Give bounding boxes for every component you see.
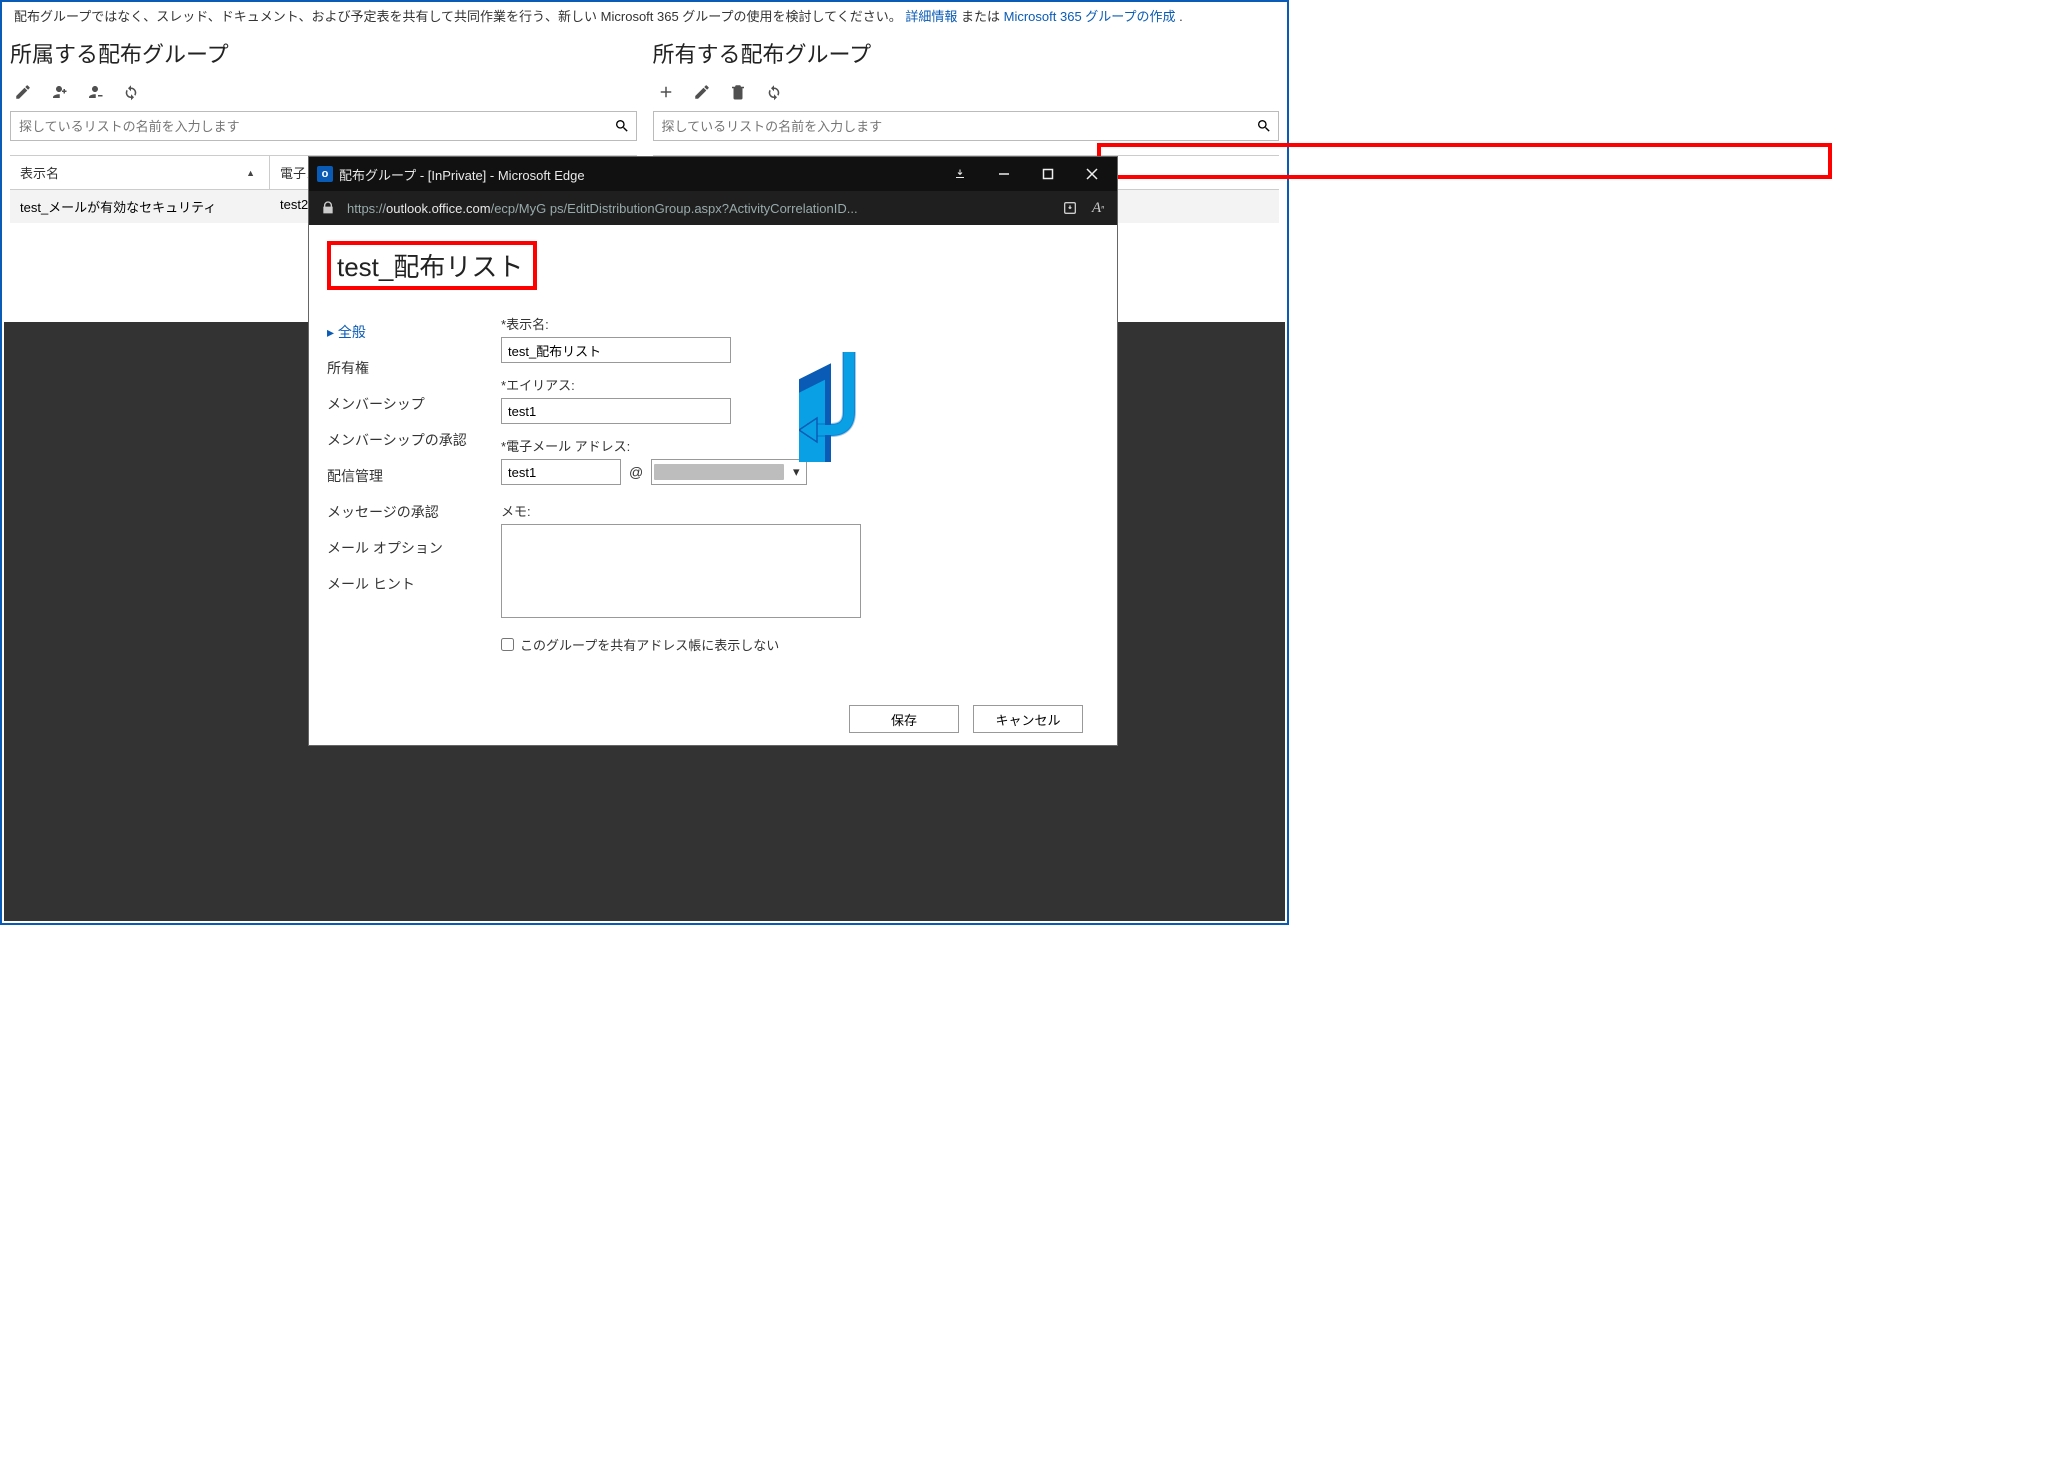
site-info-icon[interactable] — [319, 199, 337, 217]
maximize-button[interactable] — [1029, 160, 1067, 188]
search-input[interactable] — [654, 119, 1251, 134]
edit-icon[interactable] — [693, 83, 711, 101]
info-bar: 配布グループではなく、スレッド、ドキュメント、および予定表を共有して共同作業を行… — [2, 2, 1287, 29]
info-text: 配布グループではなく、スレッド、ドキュメント、および予定表を共有して共同作業を行… — [14, 9, 902, 24]
search-box-right — [653, 111, 1280, 141]
app-available-icon[interactable] — [1061, 199, 1079, 217]
download-indicator-icon[interactable] — [941, 160, 979, 188]
section-title-owned: 所有する配布グループ — [653, 29, 1280, 77]
leave-group-icon[interactable] — [86, 83, 104, 101]
info-mid: または — [961, 9, 1004, 24]
edit-group-window: o 配布グループ - [InPrivate] - Microsoft Edge … — [309, 157, 1117, 745]
nav-membership-approval[interactable]: メンバーシップの承認 — [327, 422, 477, 458]
form-area: 表示名: エイリアス: 電子メール アドレス: @ ▾ メモ: — [501, 308, 1099, 695]
cancel-button[interactable]: キャンセル — [973, 705, 1083, 733]
at-symbol: @ — [629, 464, 643, 480]
checkbox-hide-from-gal[interactable] — [501, 638, 514, 651]
toolbar-right — [653, 77, 1280, 111]
popup-body: test_配布リスト 全般 所有権 メンバーシップ メンバーシップの承認 配信管… — [309, 225, 1117, 745]
input-email-local[interactable] — [501, 459, 621, 485]
info-link-create[interactable]: Microsoft 365 グループの作成 — [1004, 9, 1176, 24]
nav-delivery[interactable]: 配信管理 — [327, 458, 477, 494]
section-title-member: 所属する配布グループ — [10, 29, 637, 77]
search-input[interactable] — [11, 119, 608, 134]
input-display-name[interactable] — [501, 337, 731, 363]
redacted-domain — [654, 464, 784, 480]
label-memo: メモ: — [501, 501, 1075, 520]
label-email: 電子メール アドレス: — [501, 436, 1075, 455]
outlook-icon: o — [317, 166, 333, 182]
nav-ownership[interactable]: 所有権 — [327, 350, 477, 386]
nav-mail-options[interactable]: メール オプション — [327, 530, 477, 566]
delete-icon[interactable] — [729, 83, 747, 101]
popup-footer: 保存 キャンセル — [327, 695, 1099, 745]
info-link-details[interactable]: 詳細情報 — [905, 9, 957, 24]
window-title: 配布グループ - [InPrivate] - Microsoft Edge — [339, 165, 585, 184]
chevron-down-icon: ▾ — [788, 464, 804, 480]
nav-membership[interactable]: メンバーシップ — [327, 386, 477, 422]
save-button[interactable]: 保存 — [849, 705, 959, 733]
annotation-highlight-title: test_配布リスト — [327, 241, 537, 290]
address-bar: https://outlook.office.com/ecp/MyG ps/Ed… — [309, 191, 1117, 225]
col-display-name[interactable]: 表示名 ▲ — [10, 156, 270, 189]
search-icon[interactable] — [1250, 118, 1278, 134]
select-email-domain[interactable]: ▾ — [651, 459, 807, 485]
edit-icon[interactable] — [14, 83, 32, 101]
window-title-bar: o 配布グループ - [InPrivate] - Microsoft Edge — [309, 157, 1117, 191]
close-button[interactable] — [1073, 160, 1111, 188]
toolbar-left — [10, 77, 637, 111]
group-title: test_配布リスト — [337, 252, 523, 282]
input-alias[interactable] — [501, 398, 731, 424]
join-group-icon[interactable] — [50, 83, 68, 101]
sort-asc-icon: ▲ — [246, 168, 255, 178]
label-alias: エイリアス: — [501, 375, 1075, 394]
search-icon[interactable] — [608, 118, 636, 134]
nav-message-approval[interactable]: メッセージの承認 — [327, 494, 477, 530]
refresh-icon[interactable] — [122, 83, 140, 101]
settings-nav: 全般 所有権 メンバーシップ メンバーシップの承認 配信管理 メッセージの承認 … — [327, 308, 477, 695]
textarea-memo[interactable] — [501, 524, 861, 618]
reading-mode-icon[interactable]: Aⁿ — [1089, 199, 1107, 217]
refresh-icon[interactable] — [765, 83, 783, 101]
cell-name: test_メールが有効なセキュリティ — [20, 197, 280, 216]
label-display-name: 表示名: — [501, 314, 1075, 333]
url-text[interactable]: https://outlook.office.com/ecp/MyG ps/Ed… — [347, 201, 1051, 216]
search-box-left — [10, 111, 637, 141]
nav-mail-tip[interactable]: メール ヒント — [327, 566, 477, 602]
info-suffix: . — [1179, 9, 1183, 24]
label-hide-from-gal: このグループを共有アドレス帳に表示しない — [520, 635, 779, 654]
add-icon[interactable] — [657, 83, 675, 101]
nav-general[interactable]: 全般 — [327, 314, 477, 350]
minimize-button[interactable] — [985, 160, 1023, 188]
